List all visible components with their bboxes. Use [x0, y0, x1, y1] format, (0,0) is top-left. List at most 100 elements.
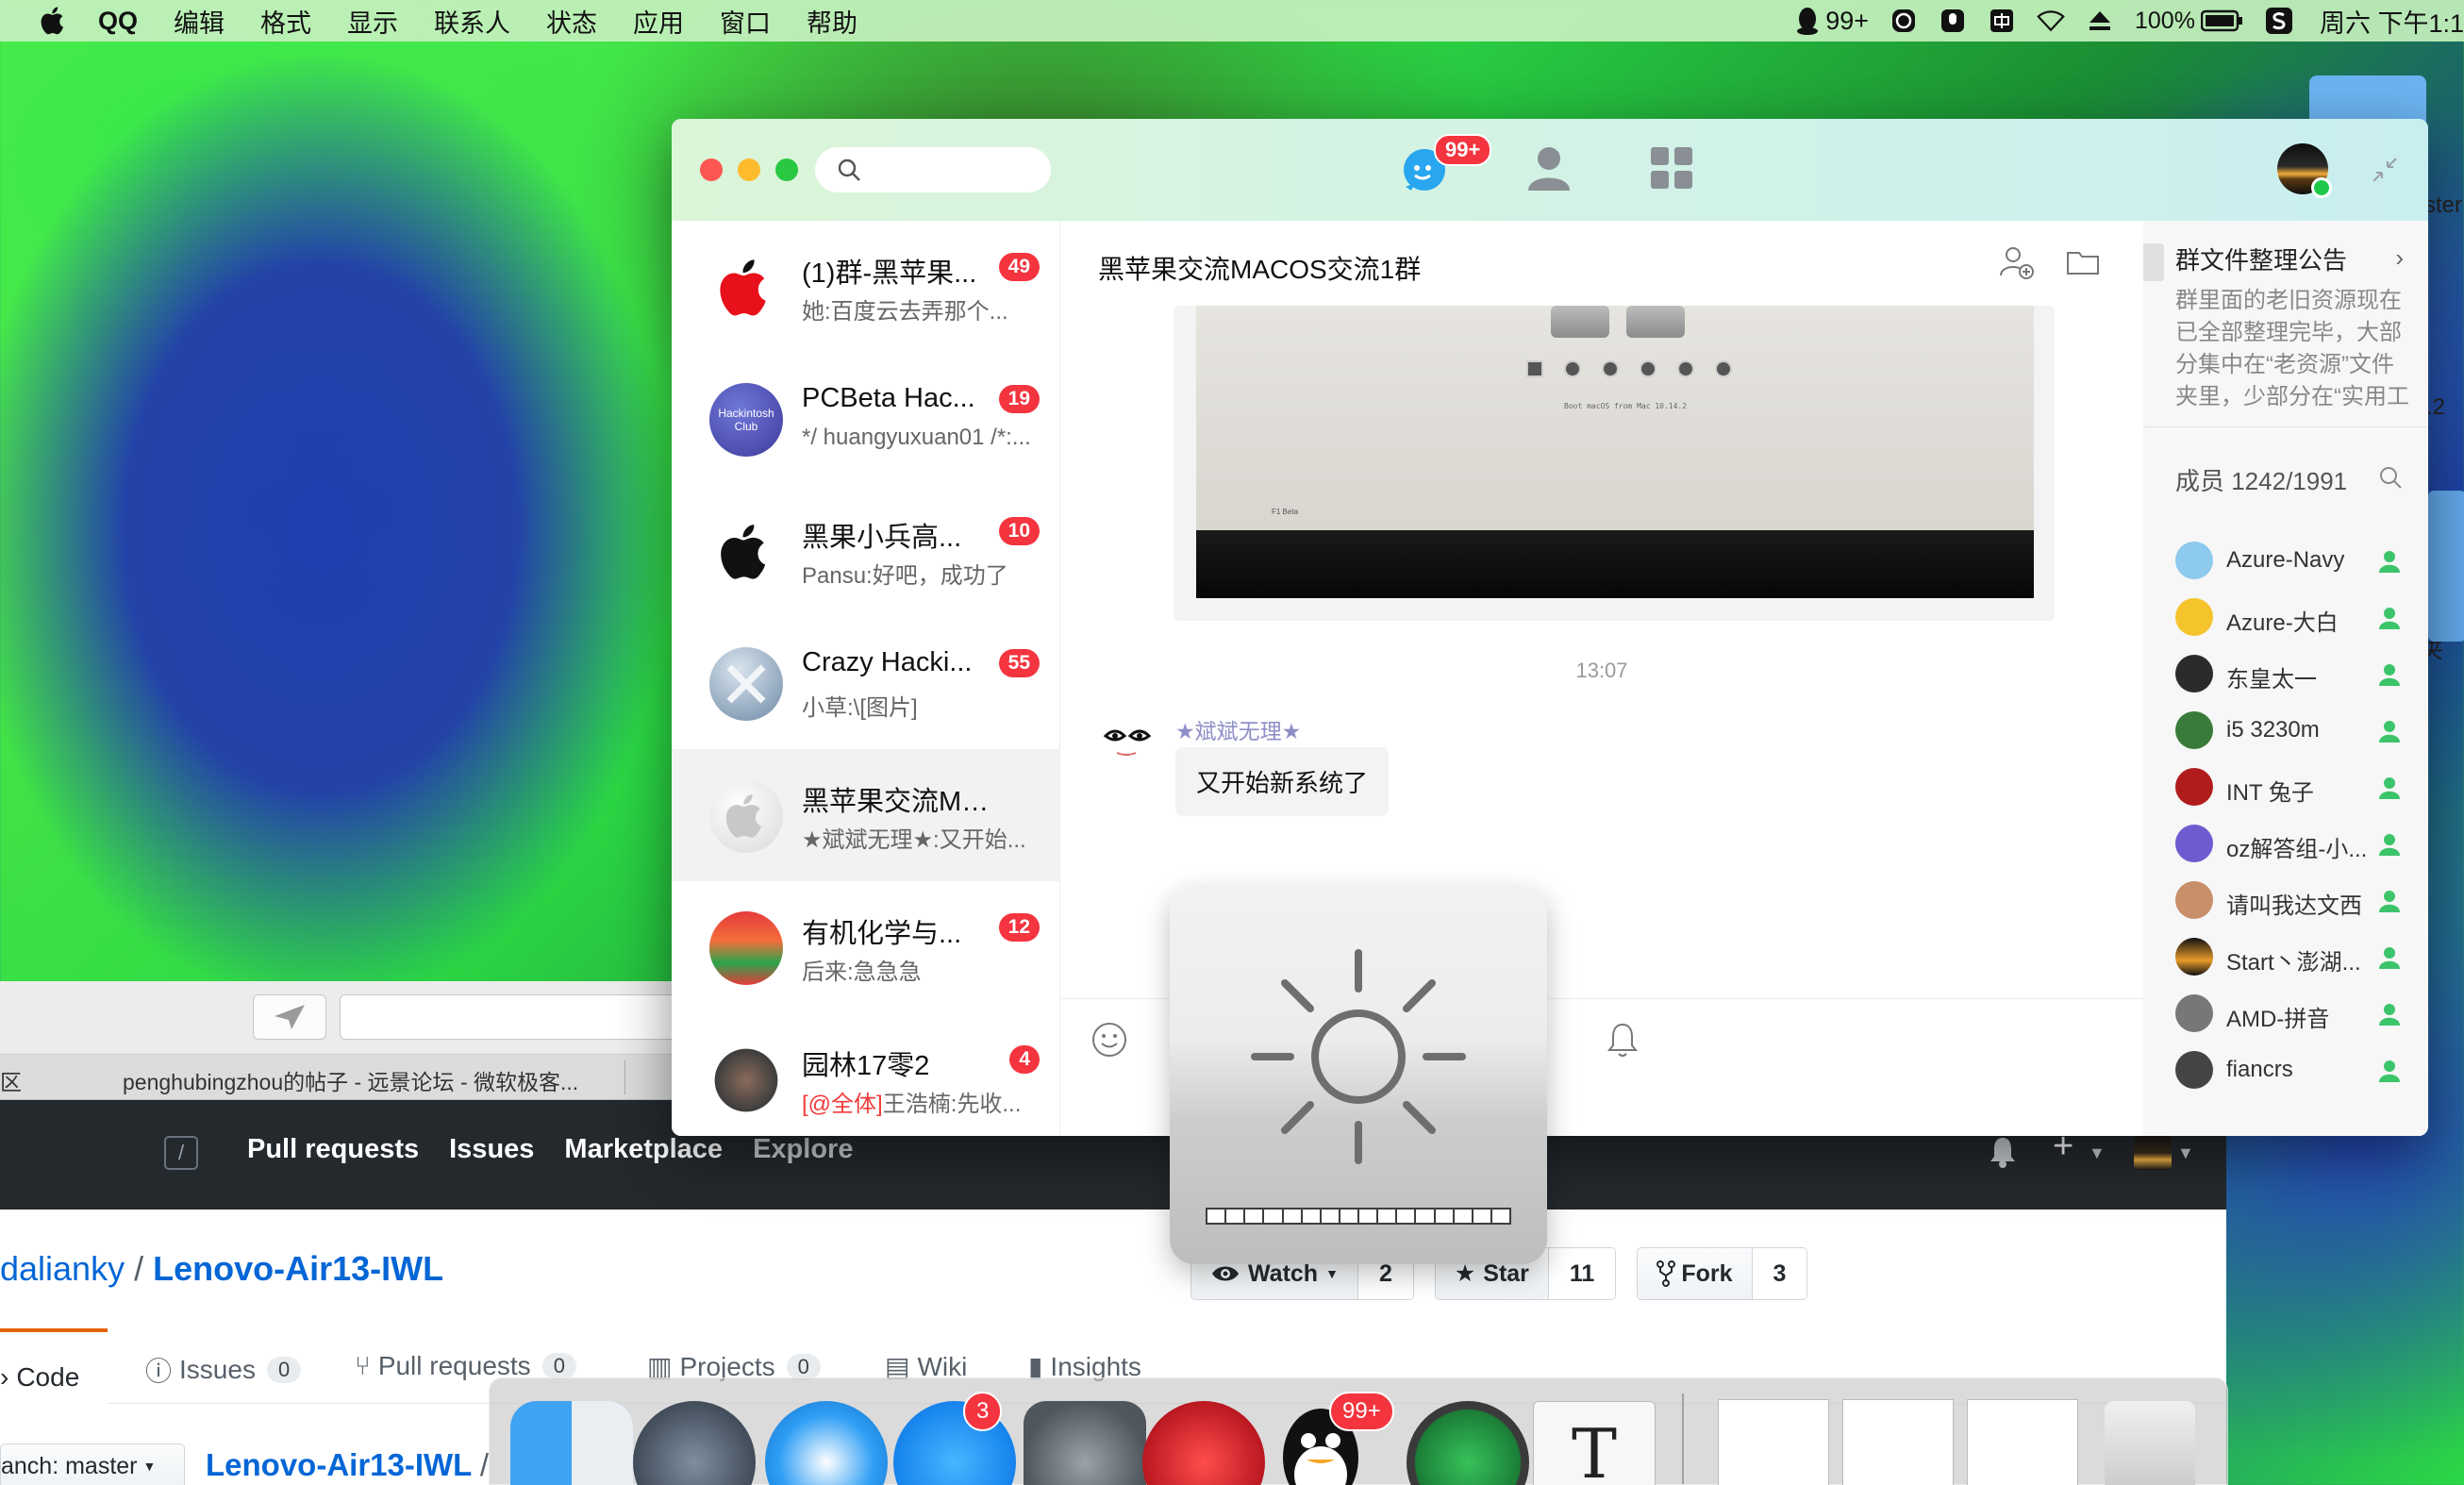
minimized-window-thumbnail[interactable]	[1967, 1399, 2078, 1485]
photo-display: Boot macOS from Mac 10.14.2 F1 Beta	[1196, 306, 2034, 530]
member-row[interactable]: 东皇太一	[2175, 655, 2422, 692]
safari-icon[interactable]	[765, 1401, 888, 1485]
contacts-tab-icon[interactable]	[1521, 140, 1577, 196]
member-row[interactable]: INT 兔子	[2175, 768, 2422, 806]
close-window-button[interactable]	[700, 159, 723, 181]
wifi-icon[interactable]	[2037, 7, 2065, 35]
launchpad-icon[interactable]	[633, 1401, 756, 1485]
menu-help[interactable]: 帮助	[807, 3, 857, 40]
apple-menu-icon[interactable]	[38, 5, 70, 37]
member-row[interactable]: Azure-Navy	[2175, 542, 2422, 579]
battery-icon[interactable]	[2200, 7, 2244, 35]
tab-active-label[interactable]: penghubingzhou的帖子 - 远景论坛 - 微软极客...	[123, 1064, 578, 1096]
conversation-item[interactable]: 有机化学与... 后来:急急急 12	[672, 881, 1060, 1013]
user-avatar[interactable]	[2134, 1136, 2172, 1170]
menu-edit[interactable]: 编辑	[174, 3, 225, 40]
member-role-icon	[2379, 891, 2400, 912]
member-row[interactable]: oz解答组-小...	[2175, 825, 2422, 862]
sender-avatar[interactable]	[1098, 711, 1155, 768]
repo-owner-link[interactable]: dalianky	[0, 1249, 125, 1288]
menubar-clock[interactable]: 周六 下午1:1	[2320, 3, 2464, 40]
announcement-title[interactable]: 群文件整理公告	[2175, 242, 2347, 276]
finder-icon[interactable]	[510, 1401, 633, 1485]
my-avatar[interactable]	[2277, 143, 2332, 198]
zoom-window-button[interactable]	[775, 159, 798, 181]
fork-button[interactable]: Fork	[1638, 1248, 1753, 1299]
typora-icon[interactable]: T	[1533, 1401, 1656, 1485]
member-row[interactable]: Start丶澎湖...	[2175, 938, 2422, 976]
shrink-window-icon[interactable]	[2370, 155, 2400, 190]
nav-marketplace[interactable]: Marketplace	[564, 1134, 723, 1165]
minimized-window-thumbnail[interactable]	[1718, 1399, 1829, 1485]
member-row[interactable]: Azure-大白	[2175, 598, 2422, 636]
dock-separator	[1682, 1393, 1684, 1484]
bird-icon[interactable]	[253, 994, 326, 1040]
minimize-window-button[interactable]	[738, 159, 760, 181]
member-row[interactable]: i5 3230m	[2175, 711, 2422, 749]
fork-count[interactable]: 3	[1752, 1248, 1807, 1299]
menu-apps[interactable]: 应用	[633, 3, 684, 40]
member-row[interactable]: fiancrs	[2175, 1051, 2422, 1089]
tab-issues[interactable]: ⓘ Issues 0	[145, 1351, 302, 1389]
qq-count: 99+	[1825, 6, 1869, 35]
group-avatar	[709, 911, 783, 985]
minimized-window-thumbnail[interactable]	[1842, 1399, 1954, 1485]
member-name: Start丶澎湖...	[2226, 950, 2361, 976]
nav-pull-requests[interactable]: Pull requests	[247, 1134, 419, 1165]
member-row[interactable]: AMD-拼音	[2175, 994, 2422, 1032]
system-preferences-icon[interactable]	[1024, 1401, 1146, 1485]
conversation-item[interactable]: (1)群-黑苹果... 她:百度云去弄那个... 49	[672, 221, 1060, 353]
path-repo-link[interactable]: Lenovo-Air13-IWL	[206, 1447, 472, 1482]
app-s-icon[interactable]	[2265, 7, 2293, 35]
chevron-right-icon[interactable]: ›	[2395, 243, 2404, 273]
conversation-item[interactable]: 黑果小兵高... Pansu:好吧，成功了 10	[672, 485, 1060, 617]
emoji-icon[interactable]	[1089, 1019, 1130, 1060]
message-image[interactable]: Boot macOS from Mac 10.14.2 F1 Beta	[1174, 306, 2055, 621]
panel-divider	[2143, 426, 2428, 427]
branch-select-button[interactable]: anch: master ▼	[0, 1443, 185, 1485]
notification-bell-icon[interactable]	[1989, 1136, 2017, 1173]
folder-icon[interactable]	[2309, 75, 2426, 123]
tab-code[interactable]: › Code	[0, 1328, 108, 1404]
tab-pull-requests-count: 0	[541, 1353, 576, 1379]
member-avatar	[2175, 711, 2213, 749]
search-icon[interactable]	[2377, 464, 2404, 495]
menu-window[interactable]: 窗口	[720, 3, 771, 40]
skype-icon[interactable]	[1890, 7, 1918, 35]
menu-qq[interactable]: QQ	[98, 7, 138, 36]
red-app-icon[interactable]	[1142, 1401, 1265, 1485]
member-role-icon	[2379, 947, 2400, 969]
qq-penguin-icon[interactable]	[1793, 7, 1822, 35]
star-count[interactable]: 11	[1548, 1248, 1616, 1299]
conversation-preview: Pansu:好吧，成功了	[802, 563, 1008, 589]
nav-issues[interactable]: Issues	[449, 1134, 534, 1165]
conversation-item[interactable]: 园林17零2 [@全体]王浩楠:先收... 4	[672, 1013, 1060, 1136]
collapse-panel-handle[interactable]	[2143, 243, 2164, 281]
folder-icon[interactable]	[2064, 243, 2102, 281]
menu-view[interactable]: 显示	[347, 3, 398, 40]
search-shortcut-key[interactable]: /	[164, 1136, 198, 1170]
group-avatar	[709, 251, 783, 325]
conversation-item[interactable]: Hackintosh Club PCBeta Hac... */ huangyu…	[672, 353, 1060, 485]
add-member-icon[interactable]	[1998, 243, 2036, 281]
conversation-item[interactable]: Crazy Hacki... 小草:\[图片] 55	[672, 617, 1060, 749]
bell-icon[interactable]	[1602, 1019, 1643, 1060]
mic-icon[interactable]	[1939, 7, 1967, 35]
menu-format[interactable]: 格式	[260, 3, 311, 40]
message-sender[interactable]: ★斌斌无理★	[1175, 713, 1301, 745]
nav-explore[interactable]: Explore	[753, 1134, 853, 1165]
conversation-item-selected[interactable]: 黑苹果交流MAC... ★斌斌无理★:又开始...	[672, 749, 1060, 881]
message-bubble[interactable]: 又开始新系统了	[1175, 747, 1390, 816]
clover-app-icon[interactable]	[1407, 1401, 1529, 1485]
qq-search-input[interactable]	[815, 147, 1051, 192]
eject-icon[interactable]	[2086, 7, 2114, 35]
apps-grid-icon[interactable]	[1643, 140, 1700, 196]
trash-icon[interactable]	[2105, 1401, 2195, 1485]
member-avatar	[2175, 994, 2213, 1032]
repo-name-link[interactable]: Lenovo-Air13-IWL	[153, 1249, 443, 1288]
menu-contacts[interactable]: 联系人	[434, 3, 510, 40]
tab-left-label[interactable]: 区	[0, 1064, 22, 1096]
input-method-icon[interactable]	[1988, 7, 2016, 35]
menu-status[interactable]: 状态	[546, 3, 597, 40]
member-row[interactable]: 请叫我达文西	[2175, 881, 2422, 919]
